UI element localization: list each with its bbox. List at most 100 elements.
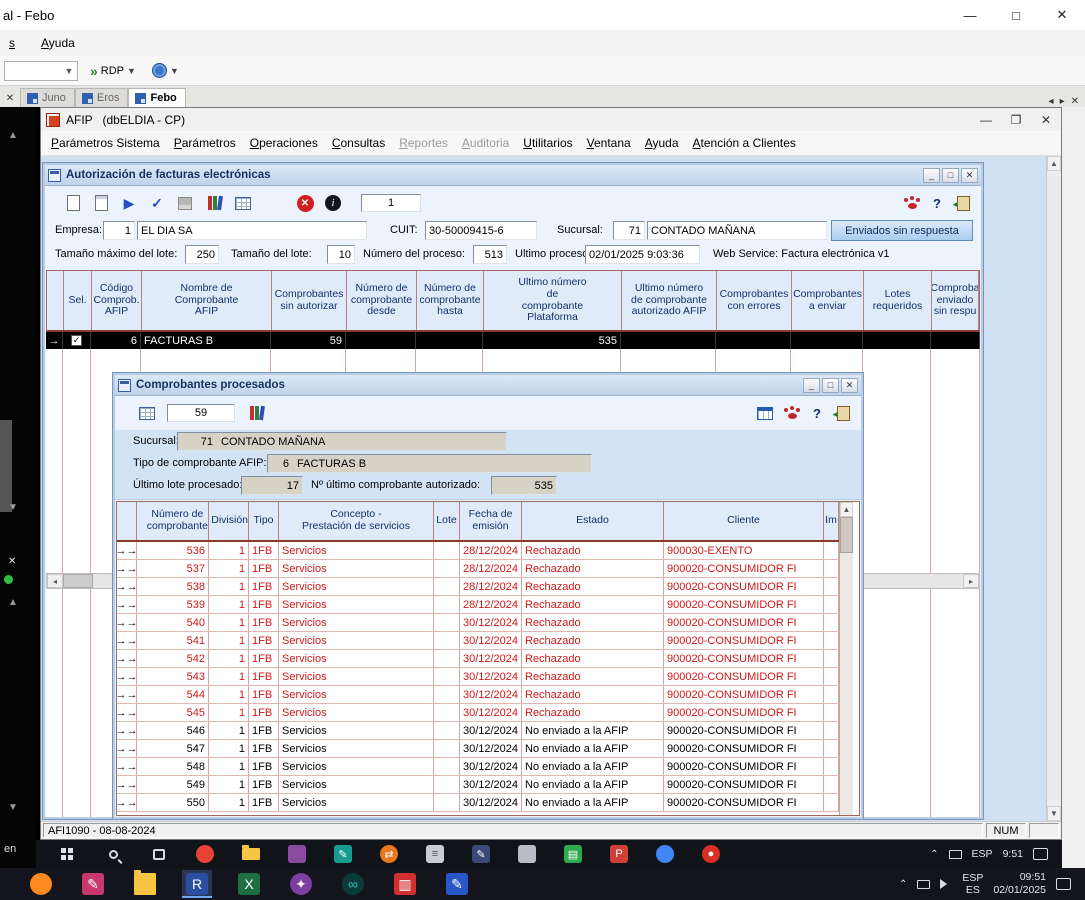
save-button[interactable] (175, 194, 195, 212)
column-header[interactable]: Nombre de Comprobante AFIP (142, 271, 272, 330)
table-view-button[interactable] (755, 404, 775, 422)
tab-juno[interactable]: Juno (20, 88, 75, 107)
clock[interactable]: 9:51 (1003, 848, 1023, 860)
column-header[interactable]: Cliente (664, 502, 824, 540)
design-app-icon[interactable]: ✎ (78, 870, 108, 898)
close-icon[interactable]: ✕ (1039, 0, 1085, 30)
minimize-icon[interactable]: — (971, 109, 1001, 131)
validate-button[interactable]: ✓ (147, 194, 167, 212)
document-app-icon[interactable]: ≡ (424, 843, 446, 865)
calendar-app-icon[interactable]: ▤ (562, 843, 584, 865)
scroll-up-icon[interactable]: ▲ (8, 597, 18, 608)
window-app-icon[interactable] (516, 843, 538, 865)
infinity-app-icon[interactable]: ∞ (338, 870, 368, 898)
language-indicator[interactable]: ESP ES (962, 872, 983, 896)
proc-grid-row[interactable]: →53811FBServicios28/12/2024Rechazado9000… (117, 578, 839, 596)
maximize-icon[interactable]: □ (993, 0, 1039, 30)
column-header[interactable]: Tipo (249, 502, 279, 540)
kanban-app-icon[interactable]: ▥ (390, 870, 420, 898)
exit-button[interactable] (833, 404, 853, 422)
process-number-field[interactable]: 1 (361, 194, 421, 212)
empresa-name-field[interactable]: EL DIA SA (137, 221, 367, 240)
folder-icon[interactable] (240, 843, 262, 865)
start-button[interactable] (56, 843, 78, 865)
notification-icon[interactable] (1056, 878, 1071, 890)
column-header[interactable]: Número de comprobante hasta (417, 271, 484, 330)
column-header[interactable]: Código Comprob. AFIP (92, 271, 142, 330)
empresa-code-field[interactable]: 1 (103, 221, 135, 240)
help-button[interactable]: ? (927, 194, 947, 212)
proc-grid-row[interactable]: →54711FBServicios30/12/2024No enviado a … (117, 740, 839, 758)
pen-app-icon[interactable]: ✎ (332, 843, 354, 865)
maximize-icon[interactable]: □ (942, 168, 959, 183)
new-record-button[interactable] (63, 194, 83, 212)
close-icon[interactable]: ✕ (1031, 109, 1061, 131)
sync-app-icon[interactable]: ⇄ (378, 843, 400, 865)
comprobantes-grid-vscrollbar[interactable]: ▲ (839, 502, 853, 815)
volume-icon[interactable] (940, 879, 952, 889)
notification-icon[interactable] (1033, 848, 1048, 860)
globe-button[interactable]: ▼ (148, 61, 183, 80)
draw-app-icon[interactable]: ✎ (470, 843, 492, 865)
column-header[interactable]: Comprobantes sin autorizar (272, 271, 347, 330)
proc-grid-row[interactable]: →54311FBServicios30/12/2024Rechazado9000… (117, 668, 839, 686)
media-app-icon[interactable]: ● (700, 843, 722, 865)
menu-operaciones[interactable]: Operaciones (244, 133, 324, 153)
mdi-vscrollbar[interactable]: ▲ ▼ (1046, 156, 1061, 821)
export-grid-button[interactable] (233, 194, 253, 212)
column-header[interactable]: Número de comprobante desde (347, 271, 417, 330)
tab-scroll-right-icon[interactable]: ▸ (1060, 96, 1065, 107)
proc-grid-row[interactable]: →54511FBServicios30/12/2024Rechazado9000… (117, 704, 839, 722)
menu-ayuda[interactable]: Ayuda (639, 133, 685, 153)
column-header[interactable] (47, 271, 64, 330)
column-header[interactable]: Ultimo número de comprobante Plataforma (484, 271, 622, 330)
proceso-field[interactable]: 513 (473, 245, 507, 264)
cuit-field[interactable]: 30-50009415-6 (425, 221, 537, 240)
rdp-button[interactable]: » RDP ▼ (86, 62, 140, 80)
close-icon[interactable]: ✕ (8, 556, 16, 567)
close-icon[interactable]: ✕ (961, 168, 978, 183)
proc-grid-row[interactable]: →54211FBServicios30/12/2024Rechazado9000… (117, 650, 839, 668)
scroll-down-icon[interactable]: ▼ (1047, 806, 1061, 821)
proc-grid-row[interactable]: →54811FBServicios30/12/2024No enviado a … (117, 758, 839, 776)
sucursal-name-field[interactable]: CONTADO MAÑANA (647, 221, 827, 240)
column-header[interactable]: Comprobantes a enviar (792, 271, 864, 330)
scroll-left-icon[interactable]: ◂ (47, 574, 63, 588)
column-header[interactable]: Comprobantes con errores (717, 271, 792, 330)
sucursal-code-field[interactable]: 71 (613, 221, 645, 240)
menu-parametros[interactable]: Parámetros (168, 133, 242, 153)
network-icon[interactable] (917, 880, 930, 889)
help-button[interactable]: ? (807, 404, 827, 422)
column-header[interactable]: Ultimo número de comprobante autorizado … (622, 271, 717, 330)
properties-button[interactable] (91, 194, 111, 212)
outer-menu-ayuda[interactable]: Ayuda (35, 33, 81, 53)
proc-grid-row[interactable]: →53911FBServicios28/12/2024Rechazado9000… (117, 596, 839, 614)
browser-icon[interactable] (654, 843, 676, 865)
outer-menu-partial[interactable]: s (3, 33, 21, 53)
proc-grid-row[interactable]: →53611FBServicios28/12/2024Rechazado9000… (117, 542, 839, 560)
excel-icon[interactable]: X (234, 870, 264, 898)
column-header[interactable]: Sel. (64, 271, 92, 330)
tab-scroll-left-icon[interactable]: ◂ (1049, 96, 1054, 107)
purple-app-icon[interactable] (286, 843, 308, 865)
paw-button[interactable] (901, 194, 921, 212)
task-view-button[interactable] (148, 843, 170, 865)
column-header[interactable]: Comproba enviado sin respu (932, 271, 979, 330)
close-icon[interactable]: ✕ (1071, 96, 1079, 107)
pen-app-icon[interactable]: ✎ (442, 870, 472, 898)
stop-button[interactable]: ✕ (295, 194, 315, 212)
scrollbar-thumb[interactable] (63, 574, 93, 588)
reports-button[interactable] (247, 404, 267, 422)
lote-field[interactable]: 10 (327, 245, 355, 264)
proc-grid-row[interactable]: →54911FBServicios30/12/2024No enviado a … (117, 776, 839, 794)
checkbox-checked-icon[interactable] (71, 335, 82, 346)
column-header[interactable]: Estado (522, 502, 664, 540)
scrollbar-thumb[interactable] (840, 517, 853, 553)
p-app-icon[interactable]: P (608, 843, 630, 865)
enviados-sin-respuesta-button[interactable]: Enviados sin respuesta (831, 220, 973, 241)
auth-grid-selected-row[interactable]: 6 FACTURAS B 59 535 (46, 332, 980, 349)
proc-grid-row[interactable]: →53711FBServicios28/12/2024Rechazado9000… (117, 560, 839, 578)
minimize-icon[interactable]: — (947, 0, 993, 30)
close-icon[interactable]: ✕ (0, 89, 20, 107)
proc-grid-row[interactable]: →54111FBServicios30/12/2024Rechazado9000… (117, 632, 839, 650)
